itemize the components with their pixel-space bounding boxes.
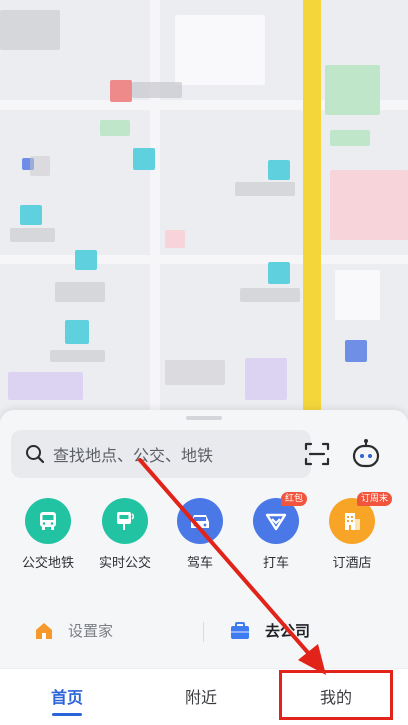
map-poi: [20, 205, 42, 225]
drive-icon-circle: [177, 498, 223, 544]
map-block: [100, 120, 130, 136]
quick-action-label: 实时公交: [98, 556, 151, 571]
taxi-icon-circle: 红包: [253, 492, 308, 544]
assistant-robot-icon[interactable]: [351, 438, 381, 470]
set-home-label: 设置家: [68, 622, 114, 640]
bottom-sheet: 查找地点、公交、地铁 公交地铁 实时公交 驾车 红包 打车 订周末 订酒店 设置…: [0, 410, 408, 668]
map-poi: [268, 262, 290, 284]
map-park: [325, 65, 380, 115]
search-icon: [26, 445, 45, 464]
map-label: [235, 182, 295, 196]
annotation-highlight-box: [279, 670, 393, 720]
scan-icon[interactable]: [303, 440, 331, 468]
quick-action-realtime-bus[interactable]: 实时公交: [87, 498, 163, 578]
map-poi: [268, 160, 290, 180]
go-work-button[interactable]: 去公司: [229, 620, 310, 641]
map-label: [240, 288, 300, 302]
map-poi: [65, 320, 89, 344]
set-home-button[interactable]: 设置家: [34, 620, 113, 641]
map-block: [8, 372, 83, 400]
quick-actions: 公交地铁 实时公交 驾车 红包 打车 订周末 订酒店: [0, 492, 408, 578]
realtime-bus-icon-circle: [102, 498, 148, 544]
drag-handle[interactable]: [186, 416, 222, 420]
map-view[interactable]: [0, 0, 408, 430]
map-road: [0, 255, 408, 264]
map-label: [10, 228, 55, 242]
home-icon: [36, 622, 52, 639]
go-work-label: 去公司: [265, 622, 311, 640]
weekend-badge: 订周末: [357, 492, 393, 506]
quick-action-hotel[interactable]: 订周末 订酒店: [314, 492, 393, 578]
map-label: [50, 350, 105, 362]
quick-action-drive[interactable]: 驾车: [162, 498, 238, 578]
search-placeholder: 查找地点、公交、地铁: [53, 446, 214, 465]
places-divider: [203, 622, 204, 642]
tab-nearby-label: 附近: [184, 688, 217, 707]
map-block: [165, 230, 185, 248]
quick-action-taxi[interactable]: 红包 打车: [238, 492, 314, 578]
map-poi: [110, 80, 132, 102]
tab-nearby[interactable]: 附近: [146, 669, 256, 725]
quick-action-label: 驾车: [186, 556, 213, 571]
active-tab-indicator: [52, 713, 82, 716]
transit-icon-circle: [25, 498, 71, 544]
map-poi: [133, 148, 155, 170]
bus-stop-icon: [117, 512, 135, 530]
map-road: [150, 0, 160, 430]
map-block: [245, 358, 287, 400]
map-label: [132, 82, 182, 98]
map-block: [30, 156, 50, 176]
tab-home[interactable]: 首页: [12, 669, 122, 725]
map-block: [330, 130, 370, 146]
map-poi: [345, 340, 367, 362]
hotel-icon-circle: 订周末: [329, 492, 393, 544]
map-block: [330, 170, 408, 240]
search-bar[interactable]: 查找地点、公交、地铁: [11, 430, 311, 478]
map-block: [0, 10, 60, 50]
car-icon: [191, 515, 209, 528]
quick-action-label: 公交地铁: [21, 556, 74, 571]
tab-home-label: 首页: [50, 688, 83, 707]
map-block: [175, 15, 265, 85]
map-poi: [75, 250, 97, 270]
map-label: [165, 360, 225, 385]
map-block: [335, 270, 380, 320]
app-screen: 查找地点、公交、地铁 公交地铁 实时公交 驾车 红包 打车 订周末 订酒店 设置…: [0, 0, 408, 725]
map-main-road: [303, 0, 321, 430]
bus-icon: [40, 512, 56, 530]
briefcase-icon: [231, 621, 249, 639]
taxi-icon: [265, 513, 287, 531]
map-label: [55, 282, 105, 302]
quick-action-label: 打车: [262, 556, 289, 571]
quick-action-transit[interactable]: 公交地铁: [10, 498, 86, 578]
favorite-places: 设置家 去公司: [0, 610, 408, 654]
hotel-icon: [345, 513, 360, 530]
quick-action-label: 订酒店: [332, 556, 372, 571]
red-packet-badge: 红包: [281, 492, 308, 506]
